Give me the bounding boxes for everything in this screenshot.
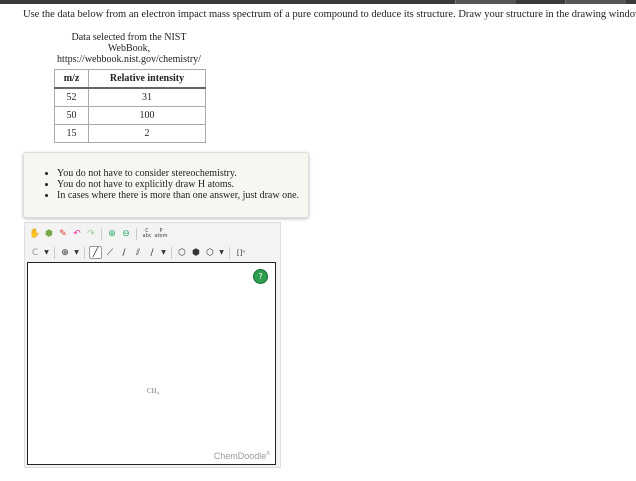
table-row: 52 31 — [54, 87, 206, 107]
chevron-down-icon[interactable]: ▼ — [218, 247, 225, 259]
source-url: https://webbook.nist.gov/chemistry/ — [57, 54, 201, 65]
top-bar-button[interactable] — [455, 0, 516, 4]
lasso-icon[interactable]: ⬢ — [43, 228, 55, 240]
top-bar-button[interactable] — [565, 0, 626, 4]
text-tool-bottom: abc — [142, 233, 152, 239]
cell-mz: 15 — [54, 124, 89, 143]
question-text: Use the data below from an electron impa… — [23, 9, 636, 20]
cell-intensity: 2 — [88, 124, 206, 143]
cyclopropane-icon[interactable]: ⬡ — [176, 247, 188, 259]
toolbar-divider — [101, 228, 102, 240]
toolbar-divider — [171, 246, 172, 259]
atom-tool-button[interactable]: P atom — [154, 228, 168, 240]
toolbar-divider — [229, 246, 230, 259]
table-row: 50 100 — [54, 106, 206, 125]
repeat-unit-icon[interactable]: []ⁿ — [234, 247, 248, 259]
toolbar-divider — [136, 228, 137, 240]
single-bond-icon[interactable]: ╱ — [89, 246, 102, 259]
bold-bond-icon[interactable]: / — [118, 247, 130, 259]
instructions-list: You do not have to consider stereochemis… — [24, 168, 308, 201]
list-item: In cases where there is more than one an… — [57, 190, 308, 201]
eraser-icon[interactable]: ✎ — [57, 228, 69, 240]
benzene-icon[interactable]: ⬡ — [204, 247, 216, 259]
source-line: WebBook, — [107, 43, 151, 54]
chemdoodle-logo: ChemDoodle® — [214, 451, 270, 461]
hash-bond-icon[interactable]: ∕ — [146, 247, 158, 259]
drawing-canvas[interactable]: ? CH₄ ChemDoodle® — [27, 262, 276, 465]
text-tool-button[interactable]: C abc — [141, 228, 153, 240]
charge-icon[interactable]: ⊕ — [59, 247, 71, 259]
column-header-mz: m/z — [54, 69, 89, 89]
chemdoodle-editor: ✋ ⬢ ✎ ↶ ↷ ⊕ ⊖ C abc P atom C ▼ ⊕ ▼ ╱ ⟋ /… — [24, 222, 281, 468]
cell-intensity: 31 — [88, 87, 206, 107]
toolbar-divider — [54, 246, 55, 259]
hand-icon[interactable]: ✋ — [29, 228, 41, 240]
cell-mz: 52 — [54, 87, 89, 107]
toolbar-divider — [84, 246, 85, 259]
table-header-row: m/z Relative intensity — [54, 69, 206, 89]
zoom-in-icon[interactable]: ⊕ — [106, 228, 118, 240]
toolbar-row-2: C ▼ ⊕ ▼ ╱ ⟋ / ⫽ ∕ ▼ ⬡ ⬢ ⬡ ▼ []ⁿ — [29, 246, 248, 259]
molecule-label: CH₄ — [147, 387, 160, 395]
top-bar — [0, 0, 636, 4]
chevron-down-icon[interactable]: ▼ — [43, 247, 50, 259]
chevron-down-icon[interactable]: ▼ — [160, 247, 167, 259]
table-row: 15 2 — [54, 124, 206, 143]
toolbar-row-1: ✋ ⬢ ✎ ↶ ↷ ⊕ ⊖ C abc P atom — [29, 228, 167, 240]
data-source: Data selected from the NIST WebBook, htt… — [54, 32, 204, 65]
cell-mz: 50 — [54, 106, 89, 125]
wedge-bond-icon[interactable]: ⟋ — [104, 247, 116, 259]
help-icon[interactable]: ? — [253, 269, 268, 284]
list-item: You do not have to consider stereochemis… — [57, 168, 308, 179]
source-line: Data selected from the NIST — [71, 32, 187, 43]
atom-tool-bottom: atom — [154, 233, 168, 239]
element-select-icon[interactable]: C — [29, 247, 41, 259]
cell-intensity: 100 — [88, 106, 206, 125]
brand-name: ChemDoodle — [213, 451, 267, 461]
instructions-box: You do not have to consider stereochemis… — [23, 152, 309, 218]
double-bond-icon[interactable]: ⫽ — [132, 247, 144, 259]
mass-spectrum-table: m/z Relative intensity 52 31 50 100 15 2 — [54, 69, 206, 143]
zoom-out-icon[interactable]: ⊖ — [120, 228, 132, 240]
brand-mark: ® — [266, 451, 270, 457]
chevron-down-icon[interactable]: ▼ — [73, 247, 80, 259]
redo-icon[interactable]: ↷ — [85, 228, 97, 240]
cyclohexane-icon[interactable]: ⬢ — [190, 247, 202, 259]
undo-icon[interactable]: ↶ — [71, 228, 83, 240]
column-header-intensity: Relative intensity — [88, 69, 206, 89]
list-item: You do not have to explicitly draw H ato… — [57, 179, 308, 190]
